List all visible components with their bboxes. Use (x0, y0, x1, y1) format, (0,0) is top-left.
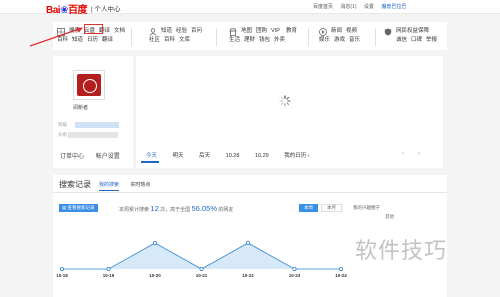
nav-item-vip[interactable]: VIP (271, 28, 286, 34)
search-tabs: 我的搜索 实时热点 (99, 181, 150, 191)
nav-item-news[interactable]: 新闻 (331, 26, 346, 34)
watermark: 软件技巧 (355, 238, 448, 263)
chart-point[interactable] (292, 267, 297, 272)
chart-point[interactable] (245, 240, 250, 245)
baidu-logo[interactable]: Bai❀百度 (46, 1, 87, 16)
title-label: 头衔 (58, 132, 67, 137)
pan-highlight-box (84, 24, 103, 34)
nav-item-rights[interactable]: 网民权益保障 (396, 26, 436, 34)
nav-item-wenku[interactable]: 文库 (179, 35, 194, 43)
nav-item-baike2[interactable]: 百科 (164, 35, 179, 43)
order-center-link[interactable]: 订单中心 (60, 154, 84, 160)
nav-divider (216, 28, 217, 46)
month-toggle[interactable]: 本月 (321, 204, 342, 212)
nav-item-zhidao2[interactable]: 知道 (161, 26, 176, 34)
interest-circle-label: 我的兴趣圈子 (353, 205, 380, 210)
top-links: 百度首页 消息(1) 设置 魔兽巴拉巴 (313, 3, 412, 10)
red-arrow-annotation (29, 27, 83, 47)
nav-item-video[interactable]: 视频 (346, 26, 361, 34)
chart-point[interactable] (60, 267, 65, 272)
divider (53, 192, 447, 193)
date-after-tomorrow[interactable]: 后天 (199, 151, 210, 159)
nav-item-baiwen[interactable]: 百问 (191, 26, 206, 34)
search-count: 12 (150, 204, 159, 213)
username: 阅新者 (73, 105, 89, 111)
nav-item-koubei[interactable]: 口碑 (411, 35, 426, 43)
date-today[interactable]: 今天 (146, 151, 157, 159)
search-percent: 56.05% (191, 204, 217, 213)
level-bar (75, 122, 119, 128)
avatar-image (77, 74, 101, 96)
date-strip: 今天 明天 后天 10.28 10.29 我的日历 › ‹ › (136, 146, 443, 168)
chart-x-tick-label: 10-18 (56, 273, 68, 278)
chart-x-tick-label: 10-21 (196, 273, 208, 278)
search-records-title: 搜索记录 (59, 180, 91, 189)
top-link-home[interactable]: 百度首页 (313, 4, 333, 10)
title-bar (68, 132, 118, 138)
my-calendar-link[interactable]: 我的日历 › (284, 151, 309, 159)
nav-divider (131, 28, 132, 46)
chart-x-tick-label: 10-22 (242, 273, 254, 278)
chart-x-tick-label: 10-24 (335, 273, 347, 278)
next-date-button[interactable]: › (418, 151, 420, 157)
week-toggle[interactable]: 本周 (299, 204, 318, 212)
top-link-user[interactable]: 魔兽巴拉巴 (381, 4, 406, 10)
nav-item-tuangou[interactable]: 团购 (256, 26, 271, 34)
date-1029[interactable]: 10.29 (255, 153, 269, 159)
nav-divider (308, 28, 309, 46)
top-link-messages[interactable]: 消息(1) (340, 4, 356, 10)
nav-item-jubao[interactable]: 举报 (426, 35, 441, 43)
account-settings-link[interactable]: 帐户设置 (96, 154, 120, 160)
loading-spinner-icon (279, 95, 291, 107)
level-label: 等级 (58, 122, 67, 127)
chart-area (62, 243, 341, 269)
nav-item-shequ[interactable]: 社区 (149, 35, 164, 43)
chart-point[interactable] (338, 267, 343, 272)
nav-item-map[interactable]: 地图 (241, 26, 256, 34)
nav-item-calendar[interactable]: 日历 (87, 35, 102, 43)
chart-point[interactable] (199, 267, 204, 272)
chart-point[interactable] (106, 267, 111, 272)
tab-my-search[interactable]: 我的搜索 (99, 182, 120, 191)
nav-item-life[interactable]: 生活 (229, 35, 244, 43)
prev-date-button[interactable]: ‹ (402, 151, 404, 157)
chart-x-tick-label: 10-23 (289, 273, 301, 278)
avatar[interactable] (73, 70, 105, 100)
tab-hot-topics[interactable]: 实时热点 (130, 182, 150, 188)
product-nav: 搜索云盘翻译文档 百科知道日历翻译 知道经验百问 社区百科文库 地图团购VIP教… (53, 22, 447, 50)
nav-item-chengxin[interactable]: 诚信 (396, 35, 411, 43)
nav-item-licai[interactable]: 理财 (244, 35, 259, 43)
date-list: 今天 明天 后天 10.28 10.29 我的日历 › (146, 151, 324, 159)
nav-item-fanyi[interactable]: 翻译 (102, 35, 117, 43)
view-search-records-button[interactable]: ▤ 查看搜索记录 (59, 204, 98, 212)
profile-links: 订单中心 帐户设置 (60, 151, 130, 160)
date-tomorrow[interactable]: 明天 (173, 151, 184, 159)
page-subtitle: | 个人中心 (91, 6, 121, 13)
other-label: 其他 (385, 214, 394, 219)
chart-line (62, 242, 341, 270)
nav-item-ent[interactable]: 娱乐 (319, 35, 334, 43)
nav-item-music[interactable]: 音乐 (349, 35, 364, 43)
nav-item-wallet[interactable]: 钱包 (259, 35, 274, 43)
nav-item-edu[interactable]: 教育 (286, 26, 301, 34)
top-link-settings[interactable]: 设置 (364, 4, 374, 10)
nav-item-game[interactable]: 游戏 (334, 35, 349, 43)
chart-x-tick-label: 10-20 (149, 273, 161, 278)
nav-divider (375, 28, 376, 46)
date-1028[interactable]: 10.28 (226, 153, 240, 159)
nav-item-doc[interactable]: 文档 (114, 26, 129, 34)
chart-point[interactable] (153, 240, 158, 245)
shield-icon (384, 28, 392, 36)
chart-x-tick-label: 10-19 (103, 273, 115, 278)
nav-item-waimai[interactable]: 外卖 (274, 35, 289, 43)
search-stat: 本周累计搜索 12 次，高于全国 56.05% 的网友 (119, 204, 234, 213)
today-underline (141, 161, 159, 163)
nav-item-jingyan[interactable]: 经验 (176, 26, 191, 34)
